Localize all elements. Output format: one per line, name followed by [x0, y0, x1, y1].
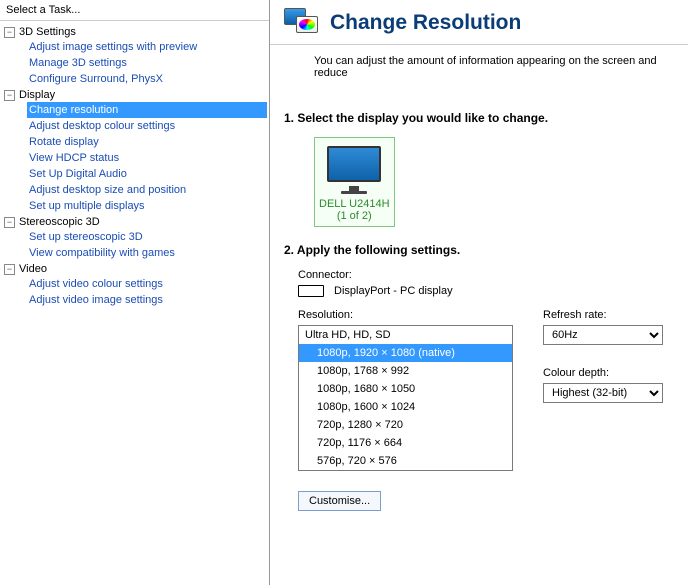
- tree-item[interactable]: Set Up Digital Audio: [27, 166, 267, 182]
- resolution-group-header: Ultra HD, HD, SD: [299, 326, 512, 344]
- page-header: Change Resolution: [270, 0, 688, 45]
- tree-group-header[interactable]: −Display: [2, 88, 267, 102]
- refresh-rate-label: Refresh rate:: [543, 309, 663, 321]
- resolution-option[interactable]: 1080p, 1600 × 1024: [299, 398, 512, 416]
- collapse-icon[interactable]: −: [4, 27, 15, 38]
- resolution-option[interactable]: 576p, 720 × 576: [299, 452, 512, 470]
- tree-item[interactable]: Change resolution: [27, 102, 267, 118]
- tree-group-header[interactable]: −Video: [2, 262, 267, 276]
- resolution-option[interactable]: 720p, 1280 × 720: [299, 416, 512, 434]
- monitor-icon: [325, 144, 383, 194]
- tree-item[interactable]: Set up stereoscopic 3D: [27, 229, 267, 245]
- content: 1. Select the display you would like to …: [270, 89, 688, 585]
- tree-item[interactable]: Adjust image settings with preview: [27, 39, 267, 55]
- sidebar-title: Select a Task...: [0, 0, 269, 21]
- step1-heading: 1. Select the display you would like to …: [284, 111, 678, 125]
- tree-group-label: 3D Settings: [19, 26, 76, 38]
- collapse-icon[interactable]: −: [4, 264, 15, 275]
- refresh-rate-select[interactable]: 60Hz: [543, 325, 663, 345]
- tree-item[interactable]: Adjust desktop colour settings: [27, 118, 267, 134]
- tree-item[interactable]: View compatibility with games: [27, 245, 267, 261]
- customise-button[interactable]: Customise...: [298, 491, 381, 511]
- tree-group-header[interactable]: −3D Settings: [2, 25, 267, 39]
- display-count: (1 of 2): [337, 210, 372, 222]
- tree-item[interactable]: Adjust video image settings: [27, 292, 267, 308]
- displayport-icon: [298, 285, 324, 297]
- tree-item[interactable]: Set up multiple displays: [27, 198, 267, 214]
- tree-group-header[interactable]: −Stereoscopic 3D: [2, 215, 267, 229]
- tree-group-label: Display: [19, 89, 55, 101]
- tree-item[interactable]: Configure Surround, PhysX: [27, 71, 267, 87]
- tree-item[interactable]: View HDCP status: [27, 150, 267, 166]
- step2-heading: 2. Apply the following settings.: [284, 243, 678, 257]
- main-panel: Change Resolution You can adjust the amo…: [270, 0, 688, 585]
- resolution-option[interactable]: 720p, 1176 × 664: [299, 434, 512, 452]
- collapse-icon[interactable]: −: [4, 217, 15, 228]
- tree-group-label: Video: [19, 263, 47, 275]
- resolution-option[interactable]: 1080p, 1680 × 1050: [299, 380, 512, 398]
- tree-item[interactable]: Rotate display: [27, 134, 267, 150]
- sidebar: Select a Task... −3D SettingsAdjust imag…: [0, 0, 270, 585]
- colour-depth-select[interactable]: Highest (32-bit): [543, 383, 663, 403]
- display-tile[interactable]: DELL U2414H (1 of 2): [314, 137, 395, 227]
- collapse-icon[interactable]: −: [4, 90, 15, 101]
- tree-item[interactable]: Manage 3D settings: [27, 55, 267, 71]
- connector-value: DisplayPort - PC display: [334, 285, 453, 297]
- resolution-option[interactable]: 1080p, 1768 × 992: [299, 362, 512, 380]
- tree-item[interactable]: Adjust desktop size and position: [27, 182, 267, 198]
- page-title: Change Resolution: [330, 11, 521, 35]
- resolution-listbox[interactable]: Ultra HD, HD, SD1080p, 1920 × 1080 (nati…: [298, 325, 513, 471]
- resolution-label: Resolution:: [298, 309, 513, 321]
- connector-row: DisplayPort - PC display: [298, 285, 678, 297]
- change-resolution-icon: [284, 8, 320, 38]
- display-name: DELL U2414H (1 of 2): [319, 198, 390, 222]
- page-subtitle: You can adjust the amount of information…: [270, 45, 688, 89]
- connector-label: Connector:: [298, 269, 678, 281]
- tree-item[interactable]: Adjust video colour settings: [27, 276, 267, 292]
- display-model: DELL U2414H: [319, 198, 390, 210]
- colour-depth-label: Colour depth:: [543, 367, 663, 379]
- resolution-option[interactable]: 1080p, 1920 × 1080 (native): [299, 344, 512, 362]
- tree-group-label: Stereoscopic 3D: [19, 216, 100, 228]
- task-tree: −3D SettingsAdjust image settings with p…: [0, 21, 269, 585]
